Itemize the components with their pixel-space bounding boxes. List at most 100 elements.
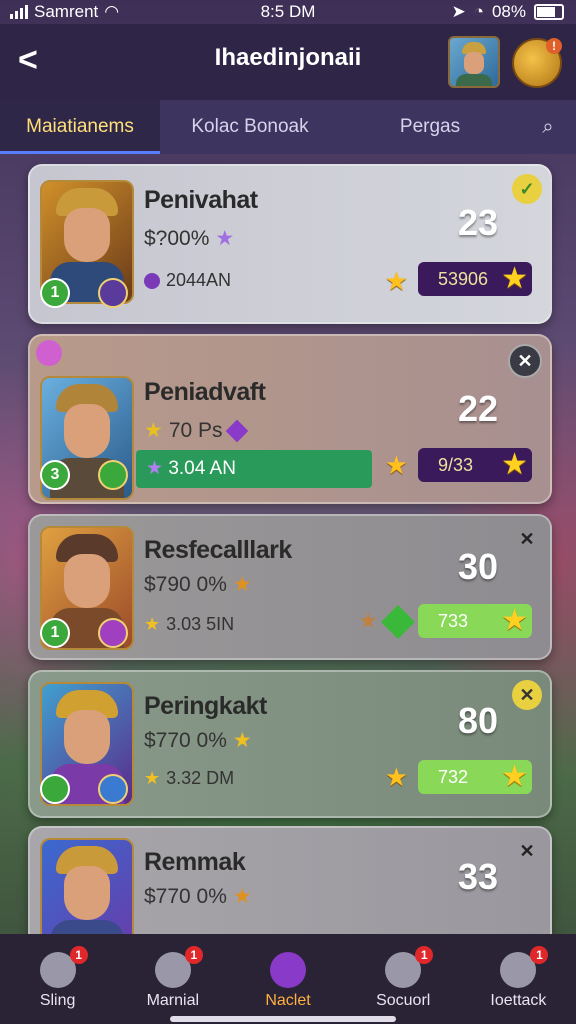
star-icon: ★ xyxy=(501,448,528,481)
reward-value: 733 xyxy=(438,611,469,631)
score-value: 22 xyxy=(457,388,498,429)
close-icon[interactable]: ✕ xyxy=(512,524,542,554)
level-badge: 3 xyxy=(40,460,70,490)
star-icon: ★ xyxy=(144,614,161,634)
nav-socuorl[interactable]: 1 Socuorl xyxy=(346,934,461,1024)
leaderboard-card[interactable]: 1 Penivahat $?00% ★ 2044AN 23 ★ 53906 ★ … xyxy=(28,164,552,324)
player-sub-stat: ★ 3.03 5IN xyxy=(144,614,234,635)
star-icon: ★ xyxy=(384,266,408,296)
notification-badge: 1 xyxy=(184,946,203,964)
player-stat: $770 0% ★ xyxy=(144,884,252,909)
alarm-icon: ◔ xyxy=(473,2,484,21)
leaderboard-card[interactable]: 1 Resfecalllark $790 0% ★ ★ 3.03 5IN 30 … xyxy=(28,514,552,660)
close-icon[interactable]: ✕ xyxy=(508,344,542,378)
star-icon: ★ xyxy=(232,885,252,908)
nav-ioettack[interactable]: 1 Ioettack xyxy=(461,934,576,1024)
reward-bar: 9/33 ★ xyxy=(418,448,532,482)
level-badge: 1 xyxy=(40,278,70,308)
player-name: Remmak xyxy=(144,848,246,876)
player-stat: ★ 70 Ps xyxy=(144,418,248,443)
brush-icon xyxy=(270,952,306,988)
nav-label: Marnial xyxy=(146,992,200,1009)
tab-pergas[interactable]: Pergas xyxy=(340,100,520,154)
level-badge: 1 xyxy=(40,618,70,648)
leaderboard-card[interactable]: 3 Peniadvaft ★ 70 Ps ★ 3.04 AN 22 ★ 9/33… xyxy=(28,334,552,504)
tab-kolac-bonoak[interactable]: Kolac Bonoak xyxy=(160,100,340,154)
location-icon: ➤ xyxy=(451,2,466,21)
star-icon: ★ xyxy=(384,762,408,792)
tab-bar: Maiatianems Kolac Bonoak Pergas ⌕ xyxy=(0,100,576,154)
face-icon xyxy=(464,52,484,74)
player-sub-stat: 2044AN xyxy=(144,270,231,291)
bottom-navigation: 1 Sling 1 Marnial Naclet 1 Socuorl 1 Ioe… xyxy=(0,934,576,1024)
rank-emblem-icon xyxy=(98,618,128,648)
battery-icon xyxy=(534,4,564,20)
reward-value: 9/33 xyxy=(438,455,474,475)
player-stat: $770 0% ★ xyxy=(144,728,252,753)
player-name: Peringkakt xyxy=(144,692,267,720)
orb-icon xyxy=(144,272,160,289)
nav-naclet[interactable]: Naclet xyxy=(230,934,345,1024)
tab-maiatianems[interactable]: Maiatianems xyxy=(0,100,160,154)
check-icon[interactable]: ✓ xyxy=(512,174,542,204)
coin-button[interactable]: ! xyxy=(512,38,562,88)
stat-value: $770 0% xyxy=(144,884,227,908)
star-icon: ★ xyxy=(501,604,528,637)
star-icon: ★ xyxy=(146,458,164,479)
reward-bar: 733 ★ xyxy=(418,604,532,638)
star-icon: ★ xyxy=(384,450,408,480)
leaderboard-card[interactable]: Peringkakt $770 0% ★ ★ 3.32 DM 80 ✕ ★ 73… xyxy=(28,670,552,818)
star-icon: ★ xyxy=(501,760,528,793)
gem-icon xyxy=(381,605,415,639)
app-header: < Ihaedinjonaii ! xyxy=(0,24,576,100)
reward-bar: 53906 ★ xyxy=(418,262,532,296)
coin-notification-badge: ! xyxy=(546,38,562,54)
home-indicator[interactable] xyxy=(170,1016,396,1022)
player-stat: $?00% ★ xyxy=(144,226,234,251)
stat-value: $?00% xyxy=(144,226,210,250)
stat-value: $790 0% xyxy=(144,572,227,596)
face-icon xyxy=(64,404,110,458)
face-icon xyxy=(64,710,110,764)
status-bar: Samrent ◠ 8:5 DM ➤ ◔ 08% xyxy=(0,0,576,24)
stat-value: 70 Ps xyxy=(168,418,223,442)
player-name: Penivahat xyxy=(144,186,258,214)
rank-emblem-icon xyxy=(98,774,128,804)
close-icon[interactable]: ✕ xyxy=(512,680,542,710)
face-icon xyxy=(64,866,110,920)
battery-percent: 08% xyxy=(491,2,526,21)
shoulders-icon xyxy=(456,74,492,86)
sub-stat-value: 3.04 AN xyxy=(168,458,236,479)
gem-icon xyxy=(36,340,62,366)
star-icon: ★ xyxy=(232,573,252,596)
nav-label: Sling xyxy=(39,992,76,1009)
search-button[interactable]: ⌕ xyxy=(520,100,576,154)
star-icon: ★ xyxy=(144,419,163,442)
nav-label: Socuorl xyxy=(376,992,431,1009)
score-value: 80 xyxy=(457,700,498,741)
notification-badge: 1 xyxy=(415,946,434,964)
sub-stat-value: 3.32 DM xyxy=(166,768,235,788)
sub-stat-value: 3.03 5IN xyxy=(166,614,235,634)
score-value: 23 xyxy=(457,202,498,243)
star-icon: ★ xyxy=(232,729,252,752)
nav-marnial[interactable]: 1 Marnial xyxy=(115,934,230,1024)
score-value: 33 xyxy=(457,856,498,897)
player-name: Peniadvaft xyxy=(144,378,266,406)
progress-bar: ★ 3.04 AN xyxy=(136,450,372,488)
gem-icon xyxy=(225,419,248,442)
profile-avatar[interactable] xyxy=(448,36,500,88)
player-stat: $790 0% ★ xyxy=(144,572,252,597)
close-icon[interactable]: ✕ xyxy=(512,836,542,866)
rank-emblem-icon xyxy=(98,460,128,490)
nav-sling[interactable]: 1 Sling xyxy=(0,934,115,1024)
score-value: 30 xyxy=(457,546,498,587)
player-name: Resfecalllark xyxy=(144,536,292,564)
level-badge xyxy=(40,774,70,804)
nav-label: Naclet xyxy=(265,992,311,1009)
star-icon: ★ xyxy=(144,768,161,788)
face-icon xyxy=(64,554,110,608)
reward-value: 732 xyxy=(438,767,469,787)
sub-stat-value: 2044AN xyxy=(166,270,232,290)
face-icon xyxy=(64,208,110,262)
